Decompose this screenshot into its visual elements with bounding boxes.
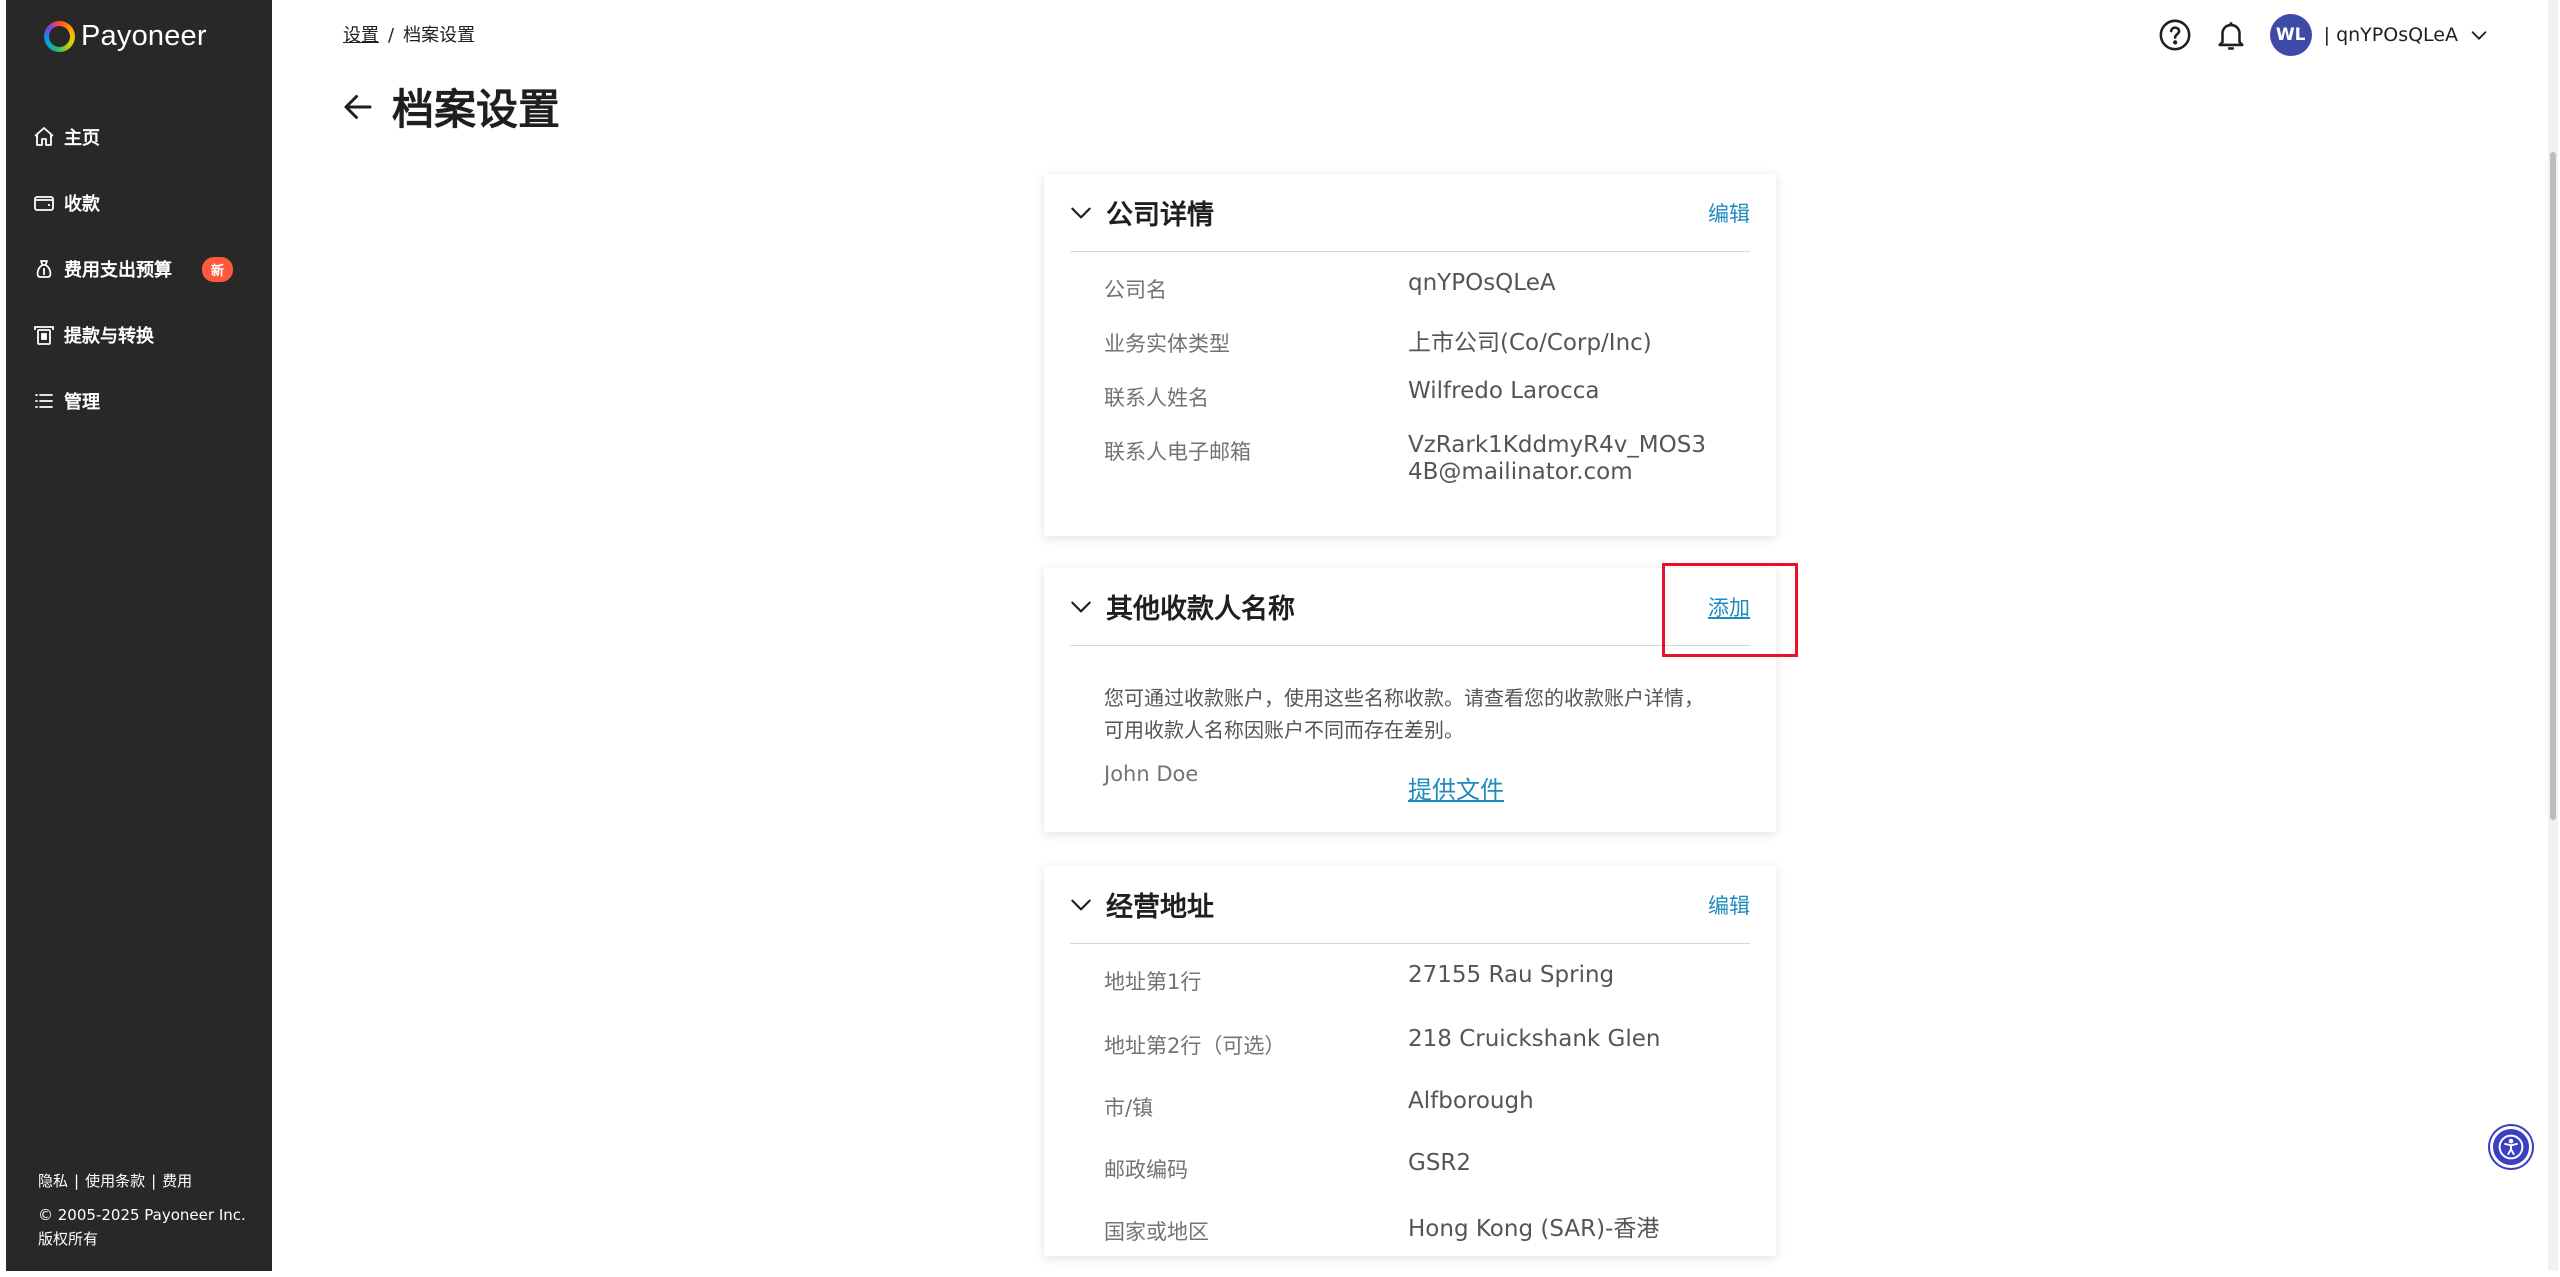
vertical-scrollbar[interactable]	[2548, 0, 2558, 1271]
sidebar: Payoneer 主页 收款 费用支出预算 新 提款与转换 管理 隐私 | 使用条款…	[6, 0, 272, 1271]
field-value: 27155 Rau Spring	[1408, 962, 1615, 988]
detail-row: 国家或地区 Hong Kong (SAR)-香港	[1104, 1212, 1776, 1246]
logo-ring-icon	[44, 21, 75, 52]
withdraw-icon	[34, 326, 54, 345]
copyright: © 2005-2025 Payoneer Inc.	[38, 1206, 246, 1224]
edit-address-button[interactable]: 编辑	[1708, 890, 1750, 920]
terms-link[interactable]: 使用条款	[85, 1172, 145, 1190]
payee-description: 您可通过收款账户，使用这些名称收款。请查看您的收款账户详情，可用收款人名称因账户…	[1104, 686, 1704, 742]
field-value: 上市公司(Co/Corp/Inc)	[1408, 330, 1652, 356]
sidebar-item-receive[interactable]: 收款	[32, 170, 272, 236]
help-icon[interactable]	[2158, 18, 2192, 52]
back-arrow-icon[interactable]	[340, 89, 376, 125]
field-value: qnYPOsQLeA	[1408, 270, 1556, 296]
page-header: 档案设置	[340, 76, 560, 137]
sidebar-item-label: 费用支出预算	[64, 260, 172, 281]
avatar: WL	[2269, 14, 2312, 56]
detail-row: 市/镇 Alfborough	[1104, 1088, 1776, 1122]
chevron-down-icon[interactable]	[1068, 594, 1094, 620]
sidebar-item-budget[interactable]: 费用支出预算 新	[32, 236, 272, 302]
card-title: 公司详情	[1106, 200, 1214, 231]
detail-row: 业务实体类型 上市公司(Co/Corp/Inc)	[1104, 324, 1776, 358]
breadcrumb-current: 档案设置	[403, 25, 476, 46]
detail-row: 联系人姓名 Wilfredo Larocca	[1104, 378, 1776, 412]
detail-row: 地址第1行 27155 Rau Spring	[1104, 962, 1776, 996]
home-icon	[34, 127, 54, 146]
privacy-link[interactable]: 隐私	[38, 1172, 68, 1190]
card-header: 经营地址 编辑	[1070, 866, 1750, 944]
field-label: 国家或地区	[1104, 1220, 1209, 1244]
sidebar-item-label: 管理	[64, 392, 100, 413]
provide-documents-link[interactable]: 提供文件	[1408, 762, 1504, 805]
chevron-down-icon	[2471, 31, 2487, 40]
field-label: 邮政编码	[1104, 1158, 1188, 1182]
card-header: 公司详情 编辑	[1070, 174, 1750, 252]
field-value: Hong Kong (SAR)-香港	[1408, 1216, 1660, 1242]
bell-icon[interactable]	[2214, 18, 2248, 52]
field-label: 联系人电子邮箱	[1104, 440, 1251, 464]
footer-separator: |	[151, 1172, 157, 1190]
edit-company-button[interactable]: 编辑	[1708, 198, 1750, 228]
user-menu[interactable]: WL | qnYPOsQLeA	[2269, 14, 2490, 56]
address-rows: 地址第1行 27155 Rau Spring 地址第2行（可选） 218 Cru…	[1044, 944, 1776, 1276]
payee-row: John Doe 提供文件	[1044, 746, 1776, 831]
card-header: 其他收款人名称 添加	[1070, 568, 1750, 646]
detail-row: 联系人电子邮箱 VzRark1KddmyR4v_MOS34B@mailinato…	[1104, 432, 1776, 486]
user-separator: |	[2323, 24, 2331, 46]
accessibility-button[interactable]	[2490, 1126, 2532, 1168]
scrollbar-thumb[interactable]	[2550, 152, 2556, 820]
field-value: VzRark1KddmyR4v_MOS34B@mailinator.com	[1408, 432, 1706, 485]
logo-text: Payoneer	[81, 20, 207, 52]
sidebar-item-label: 提款与转换	[64, 326, 154, 347]
breadcrumb-settings-link[interactable]: 设置	[343, 25, 379, 46]
field-value: Alfborough	[1408, 1088, 1534, 1114]
field-label: 联系人姓名	[1104, 386, 1209, 410]
chevron-down-icon[interactable]	[1068, 200, 1094, 226]
add-payee-button[interactable]: 添加	[1708, 592, 1750, 622]
card-title: 经营地址	[1106, 892, 1214, 923]
chevron-down-icon[interactable]	[1068, 892, 1094, 918]
payoneer-logo[interactable]: Payoneer	[44, 20, 207, 53]
breadcrumb: 设置 / 档案设置	[343, 21, 475, 47]
field-label: 业务实体类型	[1104, 332, 1230, 356]
footer-links: 隐私 | 使用条款 | 费用	[38, 1169, 246, 1193]
sidebar-item-home[interactable]: 主页	[32, 104, 272, 170]
page-title: 档案设置	[392, 85, 561, 134]
field-label: 地址第2行（可选）	[1104, 1034, 1286, 1058]
field-value: Wilfredo Larocca	[1408, 378, 1600, 404]
rights-reserved: 版权所有	[38, 1230, 99, 1248]
sidebar-item-manage[interactable]: 管理	[32, 368, 272, 434]
card-title: 其他收款人名称	[1106, 594, 1295, 625]
user-name: qnYPOsQLeA	[2336, 24, 2458, 46]
sidebar-item-label: 主页	[64, 128, 100, 149]
accessibility-icon	[2498, 1134, 2524, 1160]
detail-row: 公司名 qnYPOsQLeA	[1104, 270, 1776, 304]
breadcrumb-separator: /	[388, 25, 395, 46]
payee-names-card: 其他收款人名称 添加 您可通过收款账户，使用这些名称收款。请查看您的收款账户详情…	[1044, 568, 1776, 832]
detail-row: 地址第2行（可选） 218 Cruickshank Glen	[1104, 1026, 1776, 1060]
payee-name: John Doe	[1104, 762, 1199, 786]
list-icon	[35, 394, 53, 408]
sidebar-item-label: 收款	[64, 194, 100, 215]
company-rows: 公司名 qnYPOsQLeA 业务实体类型 上市公司(Co/Corp/Inc) …	[1044, 252, 1776, 516]
field-value: 218 Cruickshank Glen	[1408, 1026, 1661, 1052]
detail-row: 邮政编码 GSR2	[1104, 1150, 1776, 1184]
sidebar-item-withdraw[interactable]: 提款与转换	[32, 302, 272, 368]
company-details-card: 公司详情 编辑 公司名 qnYPOsQLeA 业务实体类型 上市公司(Co/Co…	[1044, 174, 1776, 536]
field-label: 地址第1行	[1104, 970, 1202, 994]
sidebar-nav: 主页 收款 费用支出预算 新 提款与转换 管理	[32, 104, 272, 434]
business-address-card: 经营地址 编辑 地址第1行 27155 Rau Spring 地址第2行（可选）…	[1044, 866, 1776, 1256]
new-badge: 新	[202, 256, 234, 282]
fees-link[interactable]: 费用	[162, 1172, 192, 1190]
field-value: GSR2	[1408, 1150, 1472, 1176]
sidebar-footer: 隐私 | 使用条款 | 费用 © 2005-2025 Payoneer Inc. 版权所…	[38, 1169, 246, 1251]
footer-separator: |	[74, 1172, 80, 1190]
field-label: 公司名	[1104, 278, 1167, 302]
wallet-icon	[34, 196, 54, 211]
top-bar: WL | qnYPOsQLeA	[2158, 14, 2490, 56]
field-label: 市/镇	[1104, 1096, 1154, 1120]
moneybag-icon	[36, 260, 52, 278]
